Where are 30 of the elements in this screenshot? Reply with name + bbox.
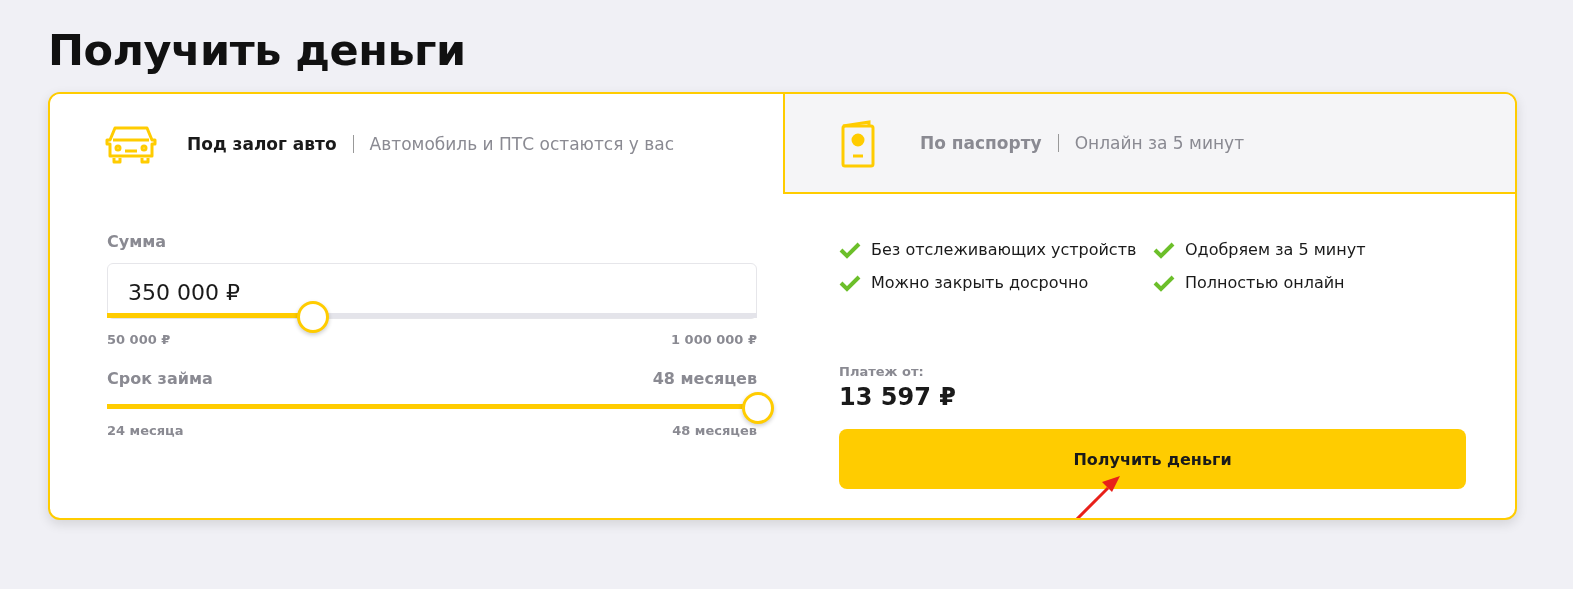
amount-value: 350 000 ₽ [128, 280, 240, 305]
max-amount: 1 000 000 ₽ [671, 332, 757, 347]
page-title: Получить деньги [48, 24, 467, 77]
tab-note: Автомобиль и ПТС остаются у вас [369, 134, 674, 154]
min-term: 24 месяца [107, 423, 184, 438]
term-label: Срок займа [107, 369, 213, 388]
get-money-button[interactable]: Получить деньги [839, 429, 1466, 489]
amount-label: Сумма [107, 232, 167, 251]
slider-thumb[interactable] [297, 300, 330, 333]
feature-text: Можно закрыть досрочно [871, 273, 1089, 292]
passport-icon [840, 118, 876, 168]
feature-text: Полностью онлайн [1185, 273, 1345, 292]
check-icon [839, 273, 861, 292]
check-icon [1153, 240, 1175, 259]
feature-text: Одобряем за 5 минут [1185, 240, 1366, 259]
tab-note: Онлайн за 5 минут [1074, 133, 1245, 153]
min-amount: 50 000 ₽ [107, 332, 171, 347]
max-term: 48 месяцев [672, 423, 757, 438]
tab-label: Под залог авто [187, 134, 337, 154]
term-reading: 48 месяцев [652, 369, 757, 388]
loan-tab[interactable]: Под залог авто Автомобиль и ПТС остаются у вас [50, 94, 783, 194]
payment-label: Платеж от: [839, 364, 925, 379]
check-icon [1153, 273, 1175, 292]
feature-text: Без отслеживающих устройств [871, 240, 1137, 259]
slider-thumb[interactable] [742, 391, 774, 424]
amount-field[interactable]: 350 000 ₽ [107, 263, 757, 319]
tab-label: По паспорту [920, 133, 1042, 153]
payment-value: 13 597 ₽ [839, 383, 957, 411]
check-icon [839, 240, 861, 259]
car-icon [105, 124, 157, 164]
